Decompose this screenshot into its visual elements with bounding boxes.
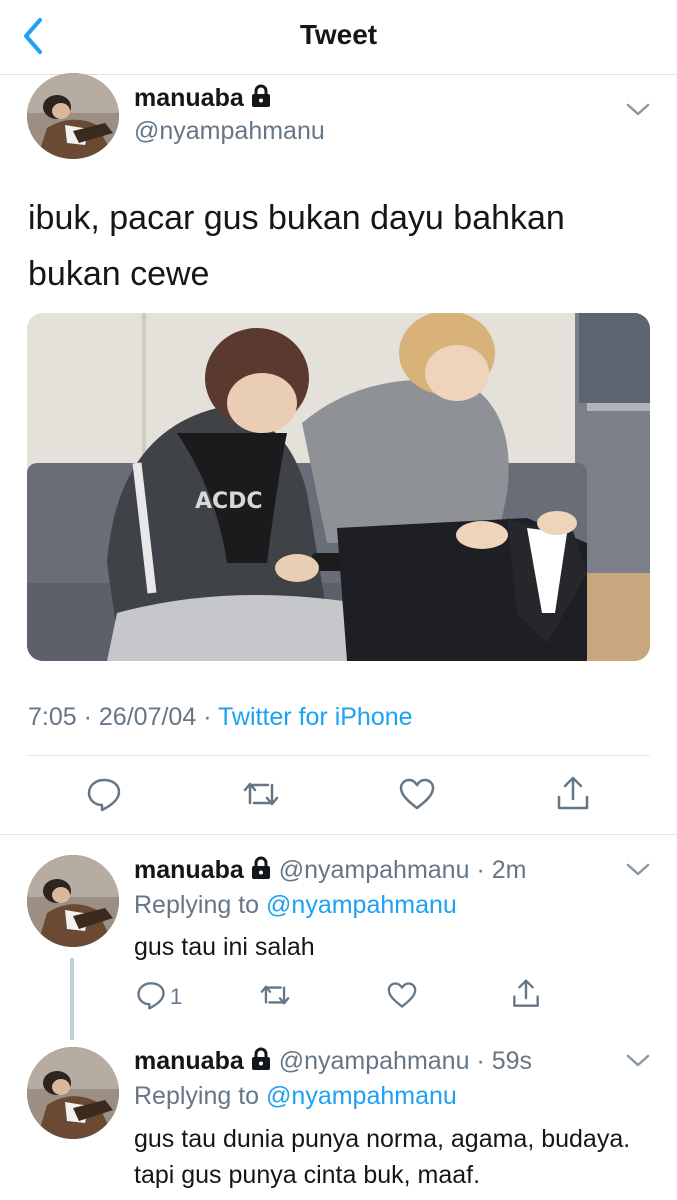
- share-button[interactable]: [555, 775, 591, 818]
- reply-icon: [137, 982, 165, 1010]
- replying-to: Replying to @nyampahmanu: [134, 1082, 457, 1111]
- avatar-image: [27, 73, 119, 159]
- avatar[interactable]: [27, 855, 119, 947]
- reply-button[interactable]: [86, 776, 122, 817]
- reply-time: · 59s: [476, 1047, 533, 1075]
- svg-text:ACDC: ACDC: [195, 489, 263, 514]
- share-icon: [557, 776, 589, 810]
- reply-menu-button[interactable]: [625, 862, 651, 883]
- replying-to: Replying to @nyampahmanu: [134, 891, 457, 920]
- replying-label: Replying to: [134, 891, 260, 919]
- display-name[interactable]: manuaba: [134, 84, 244, 112]
- reply-handle[interactable]: @nyampahmanu: [279, 1047, 470, 1075]
- like-button[interactable]: [386, 981, 418, 1014]
- avatar-image: [27, 855, 119, 947]
- chevron-down-icon: [626, 103, 650, 116]
- retweet-button[interactable]: [241, 777, 281, 816]
- heart-icon: [387, 982, 417, 1008]
- display-name[interactable]: manuaba: [134, 1047, 244, 1075]
- tweet-photo[interactable]: ACDC: [27, 313, 650, 661]
- top-bar: Tweet: [0, 0, 677, 75]
- chevron-down-icon: [626, 863, 650, 876]
- reply-menu-button[interactable]: [625, 1053, 651, 1074]
- reply-button[interactable]: [136, 980, 166, 1015]
- author-name-row: manuaba: [134, 84, 272, 113]
- meta-separator: ·: [83, 703, 92, 731]
- lock-icon: [250, 856, 272, 887]
- retweet-button[interactable]: [258, 981, 292, 1014]
- reply-header: manuaba @nyampahmanu · 59s: [134, 1047, 532, 1078]
- avatar[interactable]: [27, 73, 119, 159]
- like-button[interactable]: [398, 777, 436, 816]
- reply-handle[interactable]: @nyampahmanu: [279, 856, 470, 884]
- reply-time: · 2m: [476, 856, 527, 884]
- lock-icon: [250, 1047, 272, 1078]
- replying-to-link[interactable]: @nyampahmanu: [266, 1082, 457, 1110]
- thread-line: [70, 958, 74, 1040]
- reply-icon: [87, 778, 121, 812]
- reply-text: gus tau dunia punya norma, agama, budaya…: [134, 1125, 631, 1189]
- page-title: Tweet: [299, 19, 378, 50]
- reply-text: gus tau ini salah: [134, 933, 315, 961]
- share-icon: [513, 979, 539, 1007]
- replying-label: Replying to: [134, 1082, 260, 1110]
- tweet-source-link[interactable]: Twitter for iPhone: [218, 703, 413, 731]
- tweet-text: ibuk, pacar gus bukan dayu bahkan bukan …: [28, 199, 565, 293]
- divider: [0, 834, 677, 835]
- chevron-down-icon: [626, 1054, 650, 1067]
- meta-separator: ·: [203, 703, 212, 731]
- reply-header: manuaba @nyampahmanu · 2m: [134, 856, 526, 887]
- avatar-image: [27, 1047, 119, 1139]
- share-button[interactable]: [511, 978, 541, 1015]
- retweet-icon: [243, 782, 279, 806]
- divider: [28, 755, 650, 756]
- tweet-meta: 7:05 · 26/07/04 · Twitter for iPhone: [28, 703, 413, 732]
- retweet-icon: [260, 985, 290, 1005]
- avatar[interactable]: [27, 1047, 119, 1139]
- display-name[interactable]: manuaba: [134, 856, 244, 884]
- author-handle[interactable]: @nyampahmanu: [134, 117, 325, 146]
- tweet-photo-image: ACDC: [27, 313, 650, 661]
- tweet-menu-button[interactable]: [625, 102, 651, 123]
- replying-to-link[interactable]: @nyampahmanu: [266, 891, 457, 919]
- reply-count: 1: [170, 984, 183, 1009]
- tweet-date: 26/07/04: [98, 703, 197, 731]
- heart-icon: [399, 778, 435, 810]
- tweet-time: 7:05: [28, 703, 77, 731]
- lock-icon: [250, 84, 272, 113]
